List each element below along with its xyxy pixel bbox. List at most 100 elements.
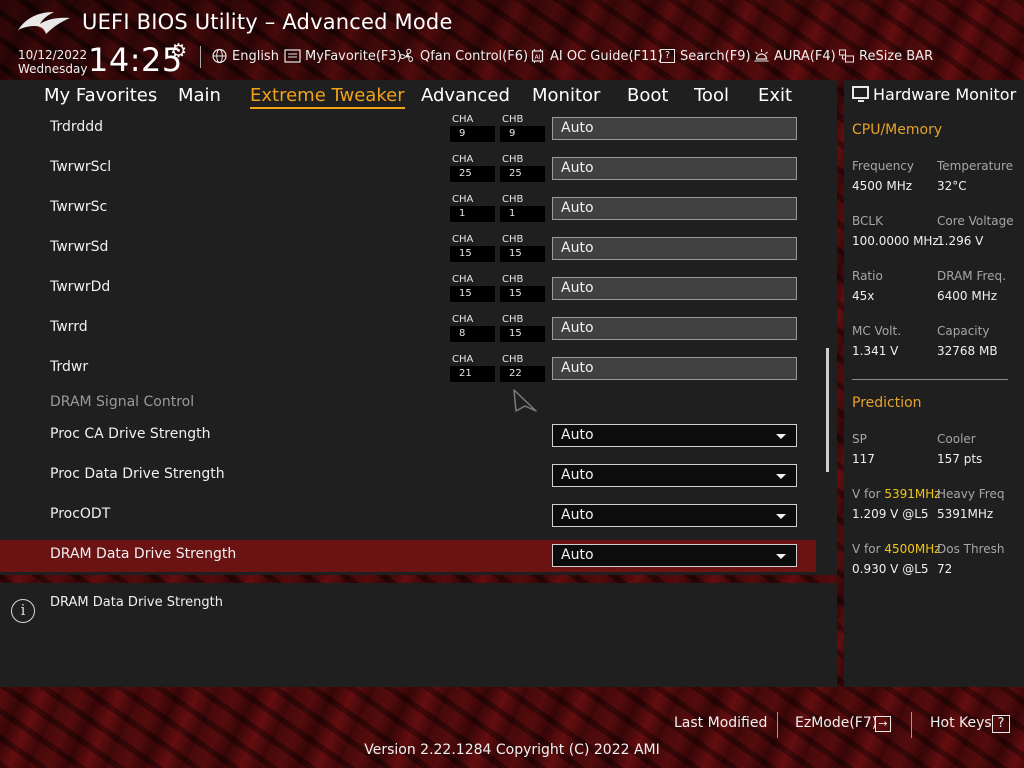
tab-main[interactable]: Main xyxy=(178,85,221,106)
dropdown-value: Auto xyxy=(561,507,594,523)
dropdown-value: Auto xyxy=(561,467,594,483)
temperature-value: 32°C xyxy=(937,179,967,193)
timing-value-field[interactable]: Auto xyxy=(552,237,797,260)
channel-b-label: CHB xyxy=(502,154,524,165)
setting-label: TwrwrSd xyxy=(50,239,109,255)
timing-value-field[interactable]: Auto xyxy=(552,197,797,220)
dropdown-value: Auto xyxy=(561,547,594,563)
sp-label: SP xyxy=(852,432,867,446)
help-text: DRAM Data Drive Strength xyxy=(50,595,223,610)
fan-icon xyxy=(399,48,414,63)
search-button[interactable]: ? Search(F9) xyxy=(660,46,751,66)
channel-a-label: CHA xyxy=(452,354,474,365)
tab-monitor[interactable]: Monitor xyxy=(532,85,600,106)
hardware-monitor-title: Hardware Monitor xyxy=(873,85,1017,104)
rog-logo-icon xyxy=(18,12,70,34)
core-voltage-value: 1.296 V xyxy=(937,234,984,248)
dos-thresh-value: 72 xyxy=(937,562,953,576)
myfavorite-label: MyFavorite(F3) xyxy=(305,48,402,64)
dos-thresh-label: Dos Thresh xyxy=(937,542,1005,556)
setting-dropdown[interactable]: Auto xyxy=(552,544,797,567)
ezmode-button[interactable]: EzMode(F7) xyxy=(795,715,877,731)
chevron-down-icon xyxy=(776,474,786,479)
setting-dropdown[interactable]: Auto xyxy=(552,504,797,527)
timing-value-field[interactable]: Auto xyxy=(552,317,797,340)
tab-advanced[interactable]: Advanced xyxy=(421,85,510,106)
frequency-value: 4500 MHz xyxy=(852,179,913,193)
setting-label: Trdrddd xyxy=(50,119,104,135)
divider xyxy=(777,712,778,738)
gear-icon[interactable]: ⚙ xyxy=(170,40,187,62)
chevron-down-icon xyxy=(776,514,786,519)
timing-value-field[interactable]: Auto xyxy=(552,357,797,380)
cooler-label: Cooler xyxy=(937,432,976,446)
setting-label: ProcODT xyxy=(50,506,111,522)
tab-bar: My Favorites Main Extreme Tweaker Advanc… xyxy=(0,82,837,112)
setting-label: Twrrd xyxy=(50,319,88,335)
tab-boot[interactable]: Boot xyxy=(627,85,668,106)
aura-label: AURA(F4) xyxy=(774,48,836,64)
app-title: UEFI BIOS Utility – Advanced Mode xyxy=(82,10,453,34)
language-label: English xyxy=(232,48,279,64)
aura-button[interactable]: AURA(F4) xyxy=(753,46,836,66)
channel-a-value: 9 xyxy=(450,126,495,142)
channel-a-label: CHA xyxy=(452,314,474,325)
qfan-button[interactable]: Qfan Control(F6) xyxy=(399,46,528,66)
channel-a-value: 8 xyxy=(450,326,495,342)
v-for-heavy-value: 1.209 V @L5 xyxy=(852,507,929,521)
capacity-value: 32768 MB xyxy=(937,344,998,358)
v-frequency: 4500MHz xyxy=(884,542,941,556)
channel-b-value: 1 xyxy=(500,206,545,222)
ratio-label: Ratio xyxy=(852,269,883,283)
heavy-freq-label: Heavy Freq xyxy=(937,487,1005,501)
channel-b-value: 9 xyxy=(500,126,545,142)
search-icon: ? xyxy=(660,49,675,63)
v-for-dos-value: 0.930 V @L5 xyxy=(852,562,929,576)
setting-dropdown[interactable]: Auto xyxy=(552,424,797,447)
setting-label: Proc CA Drive Strength xyxy=(50,426,211,442)
tab-extreme-tweaker[interactable]: Extreme Tweaker xyxy=(250,85,405,109)
channel-a-value: 1 xyxy=(450,206,495,222)
last-modified-button[interactable]: Last Modified xyxy=(674,715,767,731)
chevron-down-icon xyxy=(776,554,786,559)
channel-b-value: 22 xyxy=(500,366,545,382)
divider xyxy=(200,46,201,68)
monitor-icon xyxy=(852,86,869,102)
setting-label: Trdwr xyxy=(50,359,89,375)
myfavorite-button[interactable]: MyFavorite(F3) xyxy=(284,46,402,66)
channel-b-label: CHB xyxy=(502,194,524,205)
sp-value: 117 xyxy=(852,452,875,466)
cooler-value: 157 pts xyxy=(937,452,983,466)
timing-value-field[interactable]: Auto xyxy=(552,157,797,180)
channel-b-value: 15 xyxy=(500,246,545,262)
divider xyxy=(911,712,912,738)
channel-b-label: CHB xyxy=(502,274,524,285)
ai-oc-guide-label: AI OC Guide(F11) xyxy=(550,48,663,64)
setting-label: DRAM Data Drive Strength xyxy=(50,546,237,562)
resize-bar-button[interactable]: ReSize BAR xyxy=(838,46,933,66)
day-text: Wednesday xyxy=(18,62,88,76)
setting-dropdown[interactable]: Auto xyxy=(552,464,797,487)
exit-arrow-icon: → xyxy=(875,716,891,732)
tab-my-favorites[interactable]: My Favorites xyxy=(44,85,157,106)
channel-b-value: 25 xyxy=(500,166,545,182)
channel-a-label: CHA xyxy=(452,194,474,205)
aura-icon xyxy=(754,49,769,62)
temperature-label: Temperature xyxy=(937,159,1014,173)
ai-oc-guide-button[interactable]: AI AI OC Guide(F11) xyxy=(529,46,663,66)
tab-tool[interactable]: Tool xyxy=(694,85,729,106)
bclk-label: BCLK xyxy=(852,214,883,228)
channel-b-value: 15 xyxy=(500,326,545,342)
setting-label: TwrwrSc xyxy=(50,199,108,215)
v-prefix: V for xyxy=(852,487,885,501)
channel-b-label: CHB xyxy=(502,314,524,325)
v-frequency: 5391MHz xyxy=(884,487,941,501)
tab-exit[interactable]: Exit xyxy=(758,85,792,106)
language-button[interactable]: English xyxy=(211,46,279,66)
timing-value-field[interactable]: Auto xyxy=(552,117,797,140)
hot-keys-button[interactable]: Hot Keys xyxy=(930,715,992,731)
channel-b-value: 15 xyxy=(500,286,545,302)
channel-a-value: 15 xyxy=(450,286,495,302)
scrollbar[interactable] xyxy=(826,348,829,472)
timing-value-field[interactable]: Auto xyxy=(552,277,797,300)
